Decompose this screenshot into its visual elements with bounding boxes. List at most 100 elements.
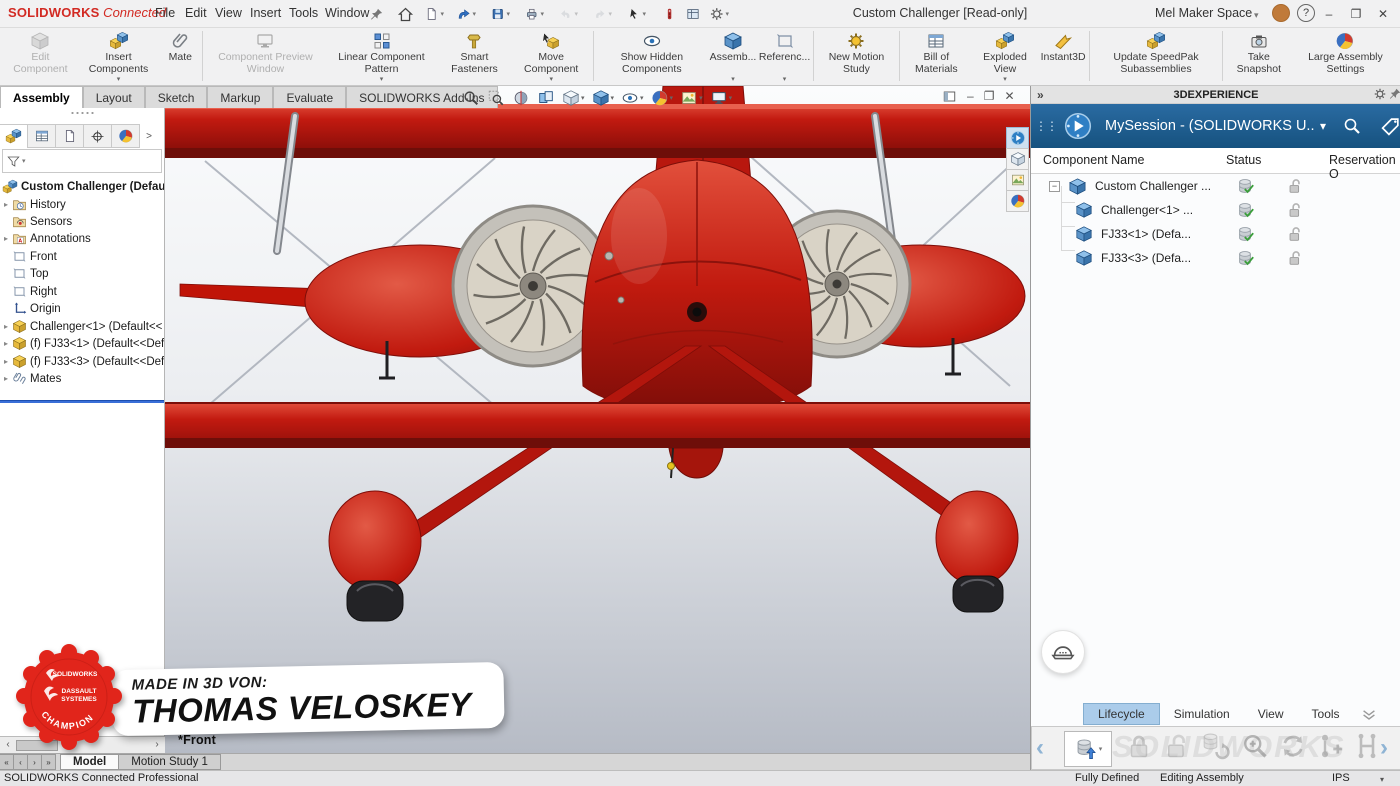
tree-item-history[interactable]: ▸History [0, 196, 165, 213]
nav-prev-icon[interactable]: ‹ [13, 754, 28, 770]
tab-view[interactable]: View [1244, 703, 1298, 725]
ribbon-show-hidden-components[interactable]: Show Hidden Components [595, 30, 708, 84]
tab-model[interactable]: Model [60, 754, 119, 770]
expand-arrow-icon[interactable]: ▸ [0, 357, 12, 366]
view-settings-icon[interactable]: ▾ [710, 89, 733, 107]
update-database-button[interactable] [1200, 731, 1230, 761]
col-status[interactable]: Status [1226, 153, 1261, 167]
status-units[interactable]: IPS [1332, 772, 1350, 784]
minimize-button[interactable]: – [1318, 4, 1340, 24]
ribbon-bill-of-materials[interactable]: Bill of Materials [902, 30, 971, 84]
panel-splitter-handle[interactable] [70, 111, 94, 115]
menu-file[interactable]: File [155, 6, 175, 20]
units-caret-icon[interactable]: ▾ [1380, 775, 1384, 784]
open-button[interactable]: ▾ [456, 4, 476, 24]
toolbar-scroll-right-icon[interactable]: › [1380, 731, 1388, 765]
doc-close-button[interactable]: ✕ [1004, 89, 1014, 103]
options-gear-button[interactable]: ▾ [709, 4, 729, 24]
tree-item-annotations[interactable]: ▸Annotations [0, 230, 165, 247]
expand-arrow-icon[interactable]: ▸ [0, 200, 12, 209]
3dexperience-compass-button[interactable] [1006, 127, 1029, 149]
viewport-3d-model[interactable] [165, 86, 1030, 753]
chevron-down-icon[interactable]: ▾ [1254, 10, 1259, 21]
ribbon-take-snapshot[interactable]: Take Snapshot [1225, 30, 1293, 84]
show-pane-icon[interactable] [942, 89, 957, 104]
assistant-helmet-button[interactable] [1041, 630, 1085, 674]
add-dependency-button[interactable] [1316, 731, 1346, 761]
close-button[interactable]: ✕ [1372, 4, 1394, 24]
menu-window[interactable]: Window [325, 6, 369, 20]
edit-appearance-icon[interactable]: ▾ [651, 89, 674, 107]
tab-configuration-manager[interactable] [55, 124, 84, 148]
avatar[interactable] [1272, 4, 1290, 22]
tab-motion-study-1[interactable]: Motion Study 1 [118, 754, 221, 770]
ribbon-exploded-view[interactable]: Exploded View▾ [971, 30, 1039, 84]
task-pane-grid-icon[interactable] [683, 4, 703, 24]
pane-gear-icon[interactable] [1373, 87, 1387, 101]
undo-button[interactable]: ▾ [558, 4, 578, 24]
doc-restore-button[interactable]: ❐ [984, 89, 995, 103]
tree-item-fj33-3[interactable]: ▸(f) FJ33<3> (Default<<Def [0, 353, 165, 370]
tree-item-top-plane[interactable]: Top [0, 265, 165, 282]
3dexperience-compass-icon[interactable] [1063, 111, 1093, 141]
print-button[interactable]: ▾ [524, 4, 544, 24]
rollback-bar[interactable] [0, 400, 165, 403]
tree-item-fj33-1[interactable]: ▸(f) FJ33<1> (Default<<Def [0, 335, 165, 352]
ribbon-instant3d[interactable]: Instant3D [1039, 30, 1087, 84]
menu-edit[interactable]: Edit [185, 6, 207, 20]
toolbar-scroll-left-icon[interactable]: ‹ [1036, 731, 1044, 765]
display-states-button[interactable] [1006, 148, 1029, 170]
tree-item-sensors[interactable]: Sensors [0, 213, 165, 230]
tab-layout[interactable]: Layout [83, 86, 145, 108]
new-revision-button[interactable] [1278, 731, 1308, 761]
tab-dimxpert-manager[interactable] [83, 124, 112, 148]
lock-button[interactable] [1124, 731, 1154, 761]
unlock-button[interactable] [1162, 731, 1192, 761]
favorites-icon[interactable] [1360, 705, 1378, 723]
tab-markup[interactable]: Markup [207, 86, 273, 108]
new-document-button[interactable]: ▾ [424, 4, 444, 24]
session-row-fj33-1[interactable]: FJ33<1> (Defa... [1031, 222, 1400, 246]
appearance-scene-button[interactable] [1006, 169, 1029, 191]
menu-view[interactable]: View [215, 6, 242, 20]
tree-item-front-plane[interactable]: Front [0, 248, 165, 265]
ribbon-move-component[interactable]: Move Component▾ [512, 30, 591, 84]
expand-pane-icon[interactable]: » [1037, 86, 1044, 104]
ribbon-component-preview-window[interactable]: Component Preview Window [205, 30, 326, 84]
ribbon-assembly-features[interactable]: Assemb...▾ [708, 30, 758, 84]
ribbon-new-motion-study[interactable]: New Motion Study [816, 30, 897, 84]
expand-arrow-icon[interactable]: ▸ [0, 339, 12, 348]
performance-monitor-icon[interactable] [659, 4, 679, 24]
tab-evaluate[interactable]: Evaluate [273, 86, 346, 108]
tab-overflow-icon[interactable]: > [140, 124, 158, 148]
explore-search-button[interactable] [1240, 731, 1270, 761]
tab-feature-manager[interactable] [0, 124, 28, 148]
ribbon-linear-component-pattern[interactable]: Linear Component Pattern▾ [326, 30, 437, 84]
menu-insert[interactable]: Insert [250, 6, 281, 20]
menu-tools[interactable]: Tools [289, 6, 318, 20]
help-button[interactable]: ? [1297, 4, 1315, 22]
tab-tools[interactable]: Tools [1298, 703, 1354, 725]
ribbon-reference-geometry[interactable]: Referenc...▾ [758, 30, 811, 84]
zoom-to-fit-icon[interactable] [462, 89, 480, 107]
expand-arrow-icon[interactable]: ▸ [0, 234, 12, 243]
view-orientation-icon[interactable]: ▾ [562, 89, 585, 107]
tree-filter-input[interactable]: ▾ [2, 149, 162, 173]
tab-sketch[interactable]: Sketch [145, 86, 208, 108]
zoom-to-area-icon[interactable] [487, 89, 505, 107]
redo-button[interactable]: ▾ [592, 4, 612, 24]
chevron-down-icon[interactable]: ▾ [1320, 119, 1326, 133]
expand-arrow-icon[interactable]: ▸ [0, 374, 12, 383]
ribbon-smart-fasteners[interactable]: Smart Fasteners [437, 30, 512, 84]
tree-item-origin[interactable]: Origin [0, 300, 165, 317]
maximize-button[interactable]: ❐ [1345, 4, 1367, 24]
display-style-icon[interactable]: ▾ [592, 89, 615, 107]
tab-lifecycle[interactable]: Lifecycle [1083, 703, 1160, 725]
tree-item-right-plane[interactable]: Right [0, 283, 165, 300]
col-component-name[interactable]: Component Name [1043, 153, 1144, 167]
pin-menu-icon[interactable] [366, 4, 386, 24]
section-view-icon[interactable] [512, 89, 530, 107]
scroll-right-icon[interactable]: › [151, 739, 163, 751]
ribbon-edit-component[interactable]: Edit Component [4, 30, 77, 84]
session-row-fj33-3[interactable]: FJ33<3> (Defa... [1031, 246, 1400, 270]
